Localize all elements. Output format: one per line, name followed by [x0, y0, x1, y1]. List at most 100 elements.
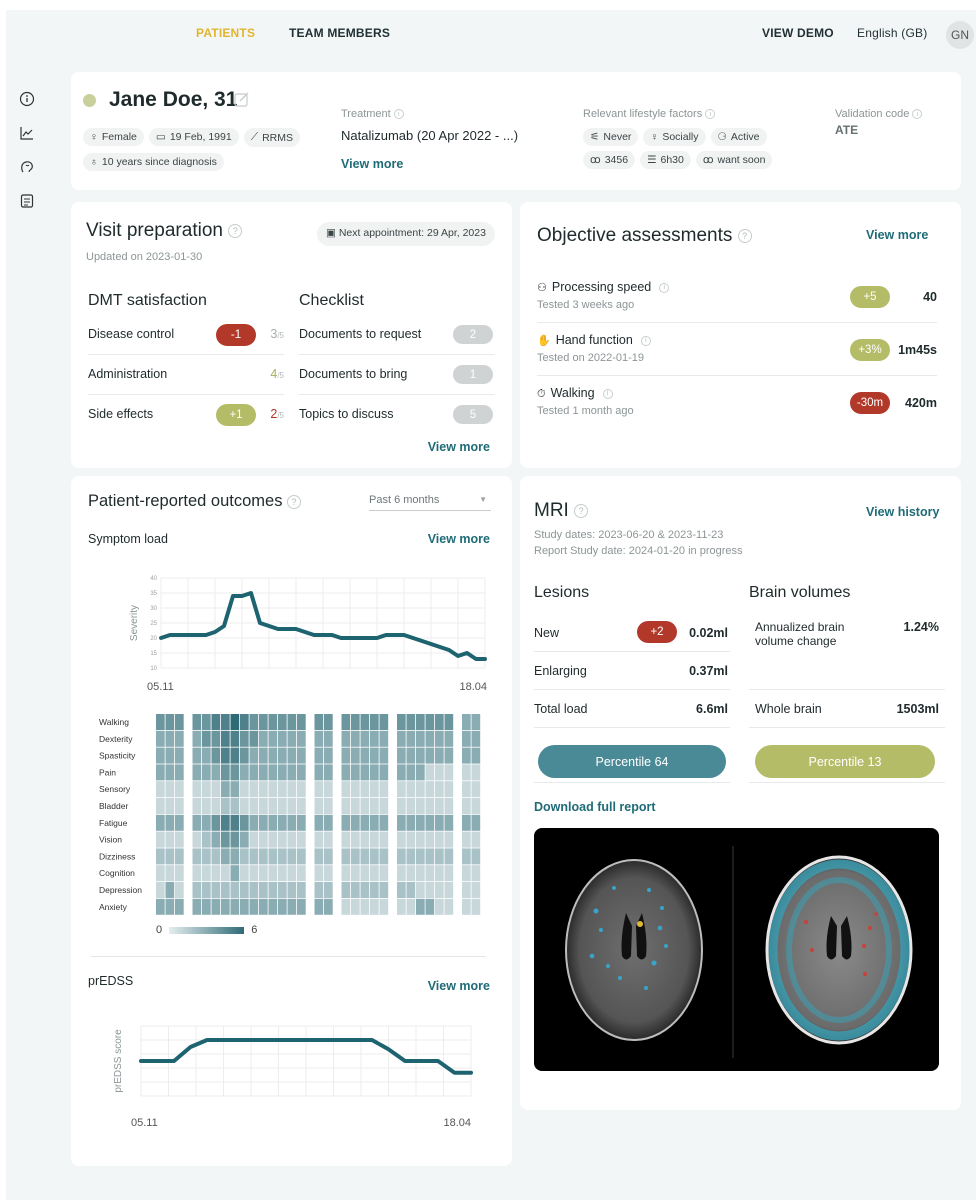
language-selector[interactable]: English (GB): [857, 26, 927, 40]
checklist-row[interactable]: Topics to discuss 5: [299, 395, 495, 435]
heatmap-cell: [221, 730, 230, 747]
nav-team-members[interactable]: TEAM MEMBERS: [289, 26, 390, 40]
objective-row[interactable]: ⏱ Walking i Tested 1 month ago -30m 420m: [537, 376, 937, 429]
objective-row[interactable]: ✋ Hand function i Tested on 2022-01-19 +3% 1m…: [537, 323, 937, 376]
heatmap-cell: [324, 848, 333, 865]
lesion-delta-badge: +2: [637, 621, 677, 643]
heatmap-cell: [397, 730, 406, 747]
lesions-percentile-button[interactable]: Percentile 64: [538, 745, 726, 778]
heatmap-cell: [221, 882, 230, 898]
predss-view-more[interactable]: View more: [428, 979, 490, 993]
y-tick-label: 20: [150, 636, 157, 642]
heatmap-cell: [471, 714, 481, 730]
heatmap-cell: [240, 730, 249, 747]
objective-subtitle: Tested 1 month ago: [537, 405, 634, 417]
heatmap-cell: [259, 730, 268, 747]
heatmap-cell: [249, 747, 259, 764]
heatmap-cell: [314, 798, 324, 814]
heatmap-cell: [259, 747, 268, 764]
heatmap-cell: [379, 831, 389, 848]
heatmap-cell: [360, 798, 370, 814]
next-appointment-badge[interactable]: ▣ Next appointment: 29 Apr, 2023: [317, 222, 495, 246]
heatmap-row-label: Anxiety: [99, 902, 128, 912]
heatmap-cell: [192, 730, 202, 747]
heatmap-cell: [240, 798, 249, 814]
heatmap-cell: [221, 764, 230, 781]
heatmap-cell: [370, 730, 379, 747]
checklist-row[interactable]: Documents to request 2: [299, 315, 495, 355]
heatmap-row-label: Vision: [99, 835, 122, 845]
heatmap-cell: [425, 882, 435, 898]
heatmap-cell: [156, 764, 165, 781]
heatmap-cell: [192, 714, 202, 730]
heatmap-cell: [230, 814, 240, 831]
heatmap-cell: [370, 882, 379, 898]
symptom-view-more[interactable]: View more: [428, 532, 490, 546]
objective-list: ⚇ Processing speed i Tested 3 weeks ago +5 40…: [537, 270, 937, 430]
heatmap-cell: [314, 747, 324, 764]
heatmap-cell: [416, 714, 425, 730]
checklist-label: Documents to request: [299, 327, 422, 341]
heatmap-cell: [370, 781, 379, 798]
list-icon[interactable]: [18, 192, 36, 210]
help-icon: ?: [287, 494, 302, 509]
heatmap-cell: [444, 798, 454, 814]
heatmap-cell: [435, 882, 444, 898]
treatment-label: Treatment i: [341, 108, 404, 120]
objective-row[interactable]: ⚇ Processing speed i Tested 3 weeks ago +5 40: [537, 270, 937, 323]
info-icon[interactable]: [18, 90, 36, 108]
download-report-link[interactable]: Download full report: [534, 800, 656, 814]
heatmap-cell: [351, 714, 360, 730]
heatmap-cell: [175, 764, 184, 781]
nav-view-demo[interactable]: VIEW DEMO: [762, 26, 834, 40]
activity-icon: ⚆: [717, 131, 727, 143]
heatmap-cell: [397, 764, 406, 781]
smoking-icon: ⚟: [590, 131, 600, 143]
heatmap-cell: [165, 882, 175, 898]
dmt-row: Administration 4/5: [88, 355, 284, 395]
nav-patients[interactable]: PATIENTS: [196, 26, 255, 40]
heatmap-cell: [416, 781, 425, 798]
heatmap-cell: [175, 814, 184, 831]
timer-icon: ⏱: [537, 388, 546, 400]
heatmap-cell: [324, 714, 333, 730]
lesions-title: Lesions: [534, 584, 590, 601]
heatmap-cell: [416, 865, 425, 882]
avatar[interactable]: GN: [946, 21, 974, 49]
predss-chart: prEDSS score 05.11 18.04: [113, 1025, 473, 1129]
chip-sleep: ☰ 6h30: [640, 151, 691, 169]
heatmap-cell: [471, 730, 481, 747]
objective-title: Objective assessments ?: [537, 225, 752, 247]
heatmap-cell: [397, 798, 406, 814]
volumes-percentile-button[interactable]: Percentile 13: [755, 745, 935, 778]
heatmap-cell: [341, 814, 351, 831]
heatmap-cell: [192, 865, 202, 882]
heatmap-row-label: Spasticity: [99, 751, 136, 761]
brain-icon[interactable]: [18, 158, 36, 176]
heatmap-cell: [314, 848, 324, 865]
mri-view-history[interactable]: View history: [866, 505, 939, 519]
heatmap-cell: [221, 865, 230, 882]
heatmap-cell: [156, 714, 165, 730]
heatmap-cell: [397, 898, 406, 915]
heatmap-cell: [406, 747, 416, 764]
line-chart-icon[interactable]: [18, 124, 36, 142]
heatmap-cell: [370, 865, 379, 882]
volumes-percentile-row: Percentile 13: [749, 738, 945, 783]
edit-icon[interactable]: [233, 90, 251, 111]
objective-view-more[interactable]: View more: [866, 228, 928, 242]
treatment-view-more[interactable]: View more: [341, 157, 403, 171]
heatmap-cell: [360, 848, 370, 865]
heatmap-cell: [397, 747, 406, 764]
heatmap-cell: [435, 764, 444, 781]
visit-view-more[interactable]: View more: [428, 440, 490, 454]
heatmap-cell: [435, 814, 444, 831]
heatmap-cell: [370, 764, 379, 781]
heatmap-cell: [462, 798, 471, 814]
heatmap-cell: [360, 730, 370, 747]
checklist-row[interactable]: Documents to bring 1: [299, 355, 495, 395]
period-select[interactable]: Past 6 months ▼: [369, 494, 491, 511]
lesion-label: New: [534, 626, 560, 640]
checklist-count-badge: 2: [453, 325, 493, 344]
heatmap-cell: [221, 814, 230, 831]
